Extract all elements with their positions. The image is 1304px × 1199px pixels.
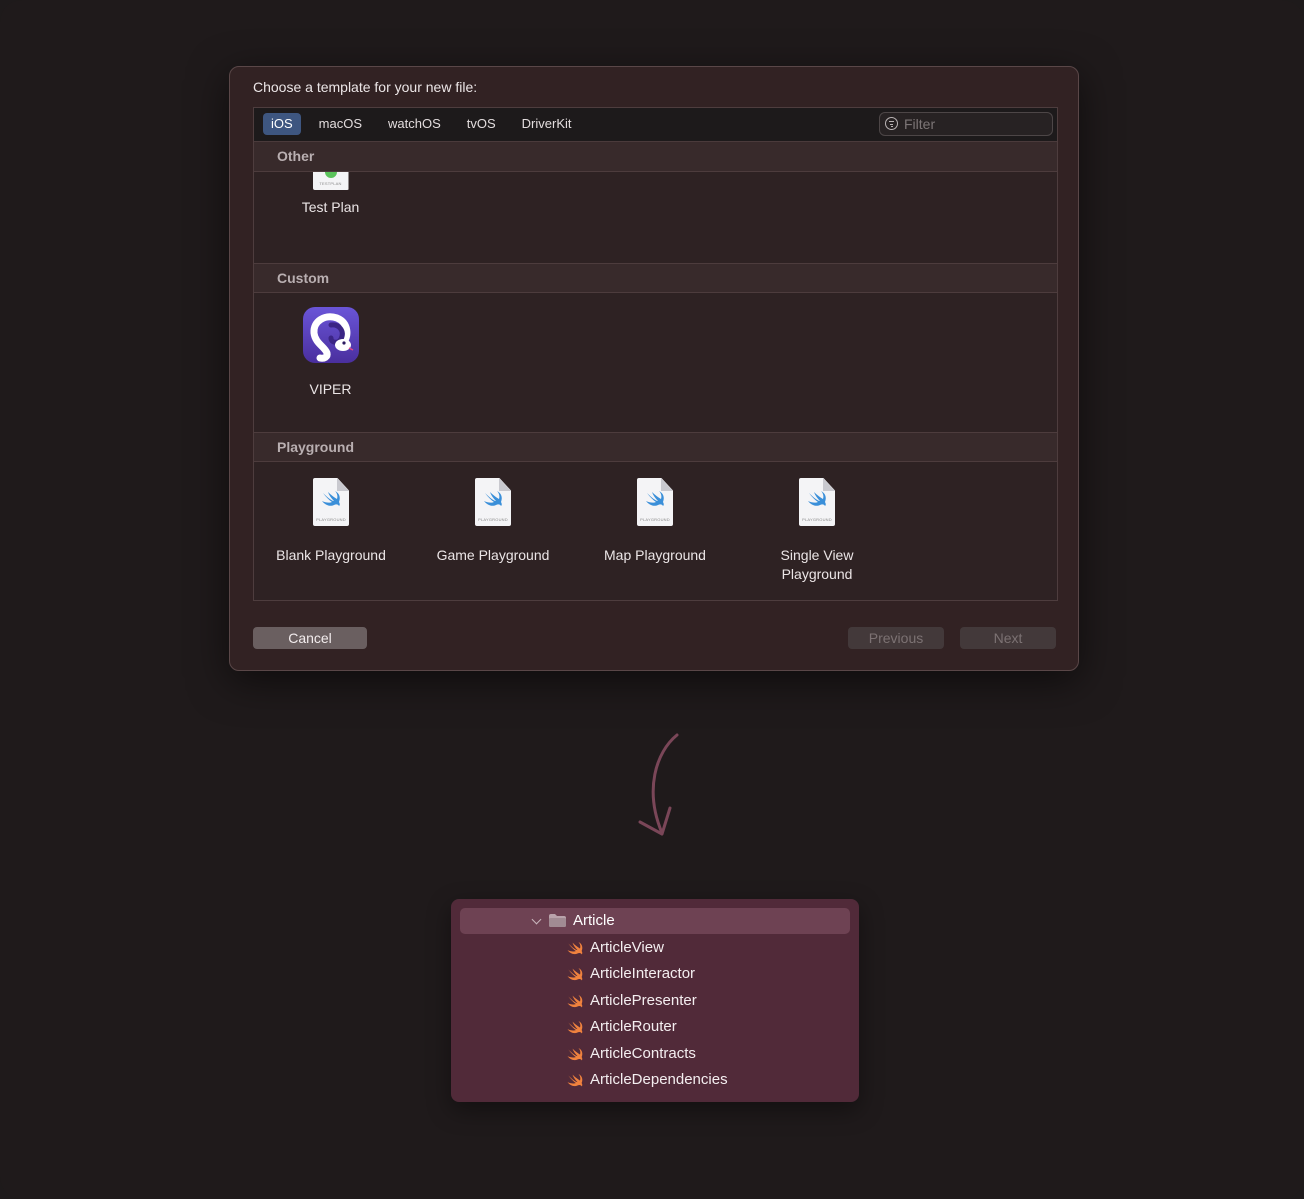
viper-snake-icon [302, 307, 359, 363]
folder-row-article[interactable]: Article [460, 908, 850, 934]
chevron-down-icon[interactable] [531, 914, 542, 925]
filter-input[interactable] [904, 115, 1044, 133]
filter-field[interactable] [879, 112, 1053, 136]
file-name: ArticleView [590, 939, 664, 956]
template-map-playground[interactable]: PLAYGROUND Map Playground [588, 478, 722, 565]
previous-button[interactable]: Previous [848, 627, 944, 649]
swift-icon [567, 941, 583, 955]
swift-icon [567, 1047, 583, 1061]
template-test-plan[interactable]: TESTPLAN Test Plan [268, 172, 393, 217]
file-name: ArticleRouter [590, 1018, 677, 1035]
template-label: Blank Playground [276, 547, 386, 563]
file-name: ArticlePresenter [590, 992, 697, 1009]
section-custom: VIPER [254, 293, 1057, 432]
file-name: ArticleDependencies [590, 1071, 728, 1088]
template-single-view-playground[interactable]: PLAYGROUND Single View Playground [750, 478, 884, 584]
section-header-other: Other [254, 142, 1057, 172]
template-label: Map Playground [604, 547, 706, 563]
canvas: Choose a template for your new file: iOS… [0, 0, 1304, 1199]
playground-file-icon: PLAYGROUND [313, 478, 349, 526]
playground-file-icon: PLAYGROUND [475, 478, 511, 526]
swift-icon [567, 1020, 583, 1034]
playground-file-icon: PLAYGROUND [637, 478, 673, 526]
section-header-custom: Custom [254, 263, 1057, 293]
section-other: TESTPLAN Test Plan [254, 172, 1057, 263]
tab-driverkit[interactable]: DriverKit [514, 113, 580, 135]
template-label: Game Playground [436, 547, 550, 563]
curved-arrow-icon [638, 733, 679, 836]
tab-macos[interactable]: macOS [311, 113, 370, 135]
tab-ios[interactable]: iOS [263, 113, 301, 135]
playground-file-icon: PLAYGROUND [799, 478, 835, 526]
swift-icon [567, 1073, 583, 1087]
dialog-title: Choose a template for your new file: [253, 79, 478, 95]
template-label-line2: Playground [781, 566, 853, 582]
project-navigator: Article ArticleView ArticleInteractor Ar… [451, 899, 859, 1102]
folder-icon [549, 914, 566, 927]
template-blank-playground[interactable]: PLAYGROUND Blank Playground [264, 478, 398, 565]
template-label: Test Plan [301, 199, 360, 215]
template-browser: iOS macOS watchOS tvOS DriverKit Filter … [253, 107, 1058, 601]
template-label: VIPER [309, 381, 352, 397]
template-game-playground[interactable]: PLAYGROUND Game Playground [426, 478, 560, 565]
file-name: ArticleInteractor [590, 965, 696, 982]
section-header-playground: Playground [254, 432, 1057, 462]
swift-icon [567, 967, 583, 981]
next-button[interactable]: Next [960, 627, 1056, 649]
section-playground: PLAYGROUND Blank Playground PLAYGROUND G… [254, 462, 1057, 601]
template-viper[interactable]: VIPER [268, 307, 393, 399]
template-label-line1: Single View [780, 547, 854, 563]
tab-watchos[interactable]: watchOS [380, 113, 449, 135]
testplan-file-icon: TESTPLAN [312, 172, 349, 190]
file-name: ArticleContracts [590, 1045, 696, 1062]
new-file-template-dialog: Choose a template for your new file: iOS… [229, 66, 1079, 671]
folder-label: Article [573, 912, 615, 929]
cancel-button[interactable]: Cancel [253, 627, 367, 649]
platform-tab-bar: iOS macOS watchOS tvOS DriverKit [254, 108, 1057, 142]
filter-icon [885, 117, 898, 130]
tab-tvos[interactable]: tvOS [459, 113, 504, 135]
swift-icon [567, 994, 583, 1008]
